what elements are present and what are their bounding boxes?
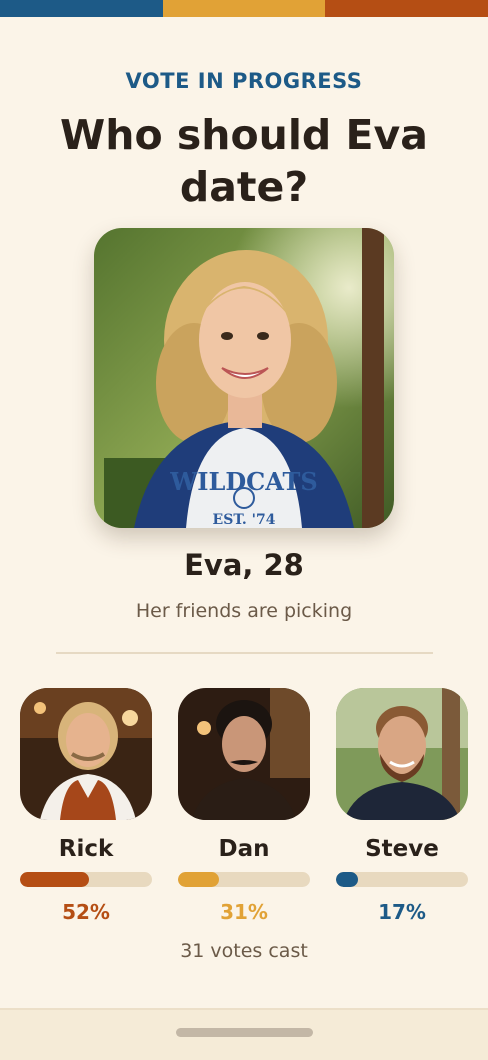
shirt-text-line1: WILDCATS [169, 467, 317, 496]
vote-bar-steve [336, 872, 468, 887]
candidate-photo-rick[interactable] [20, 688, 152, 820]
vote-bar-fill-rick [20, 872, 89, 887]
candidate-card-dan[interactable]: Dan 31% [178, 688, 310, 924]
vote-bar-fill-dan [178, 872, 219, 887]
candidate-photo-steve[interactable] [336, 688, 468, 820]
vote-screen: VOTE IN PROGRESS Who should Eva date? WI… [0, 0, 488, 1060]
candidate-card-steve[interactable]: Steve 17% [336, 688, 468, 924]
eva-profile-photo: WILDCATS EST. '74 [94, 228, 394, 528]
home-indicator-handle[interactable] [176, 1028, 313, 1037]
vote-bar-fill-steve [336, 872, 359, 887]
candidate-name-steve: Steve [365, 836, 439, 862]
candidate-card-rick[interactable]: Rick 52% [20, 688, 152, 924]
top-color-stripe [0, 0, 488, 17]
stripe-gold [162, 0, 326, 17]
profile-name-age: Eva, 28 [184, 548, 304, 582]
bottom-bar [0, 1008, 488, 1060]
stripe-rust [325, 0, 488, 17]
vote-percent-rick: 52% [62, 900, 110, 924]
vote-bar-rick [20, 872, 152, 887]
vote-percent-steve: 17% [378, 900, 426, 924]
candidate-name-dan: Dan [218, 836, 270, 862]
candidate-name-rick: Rick [58, 836, 114, 862]
stripe-blue [0, 0, 163, 17]
divider [56, 652, 433, 654]
profile-subtitle: Her friends are picking [135, 600, 353, 622]
vote-status-label: VOTE IN PROGRESS [125, 69, 363, 93]
shirt-text-line2: EST. '74 [213, 512, 276, 528]
candidate-photo-dan[interactable] [178, 688, 310, 820]
votes-cast-count: 31 votes cast [180, 940, 308, 962]
vote-bar-dan [178, 872, 310, 887]
vote-percent-dan: 31% [220, 900, 268, 924]
page-title: Who should Eva date? [60, 111, 428, 211]
